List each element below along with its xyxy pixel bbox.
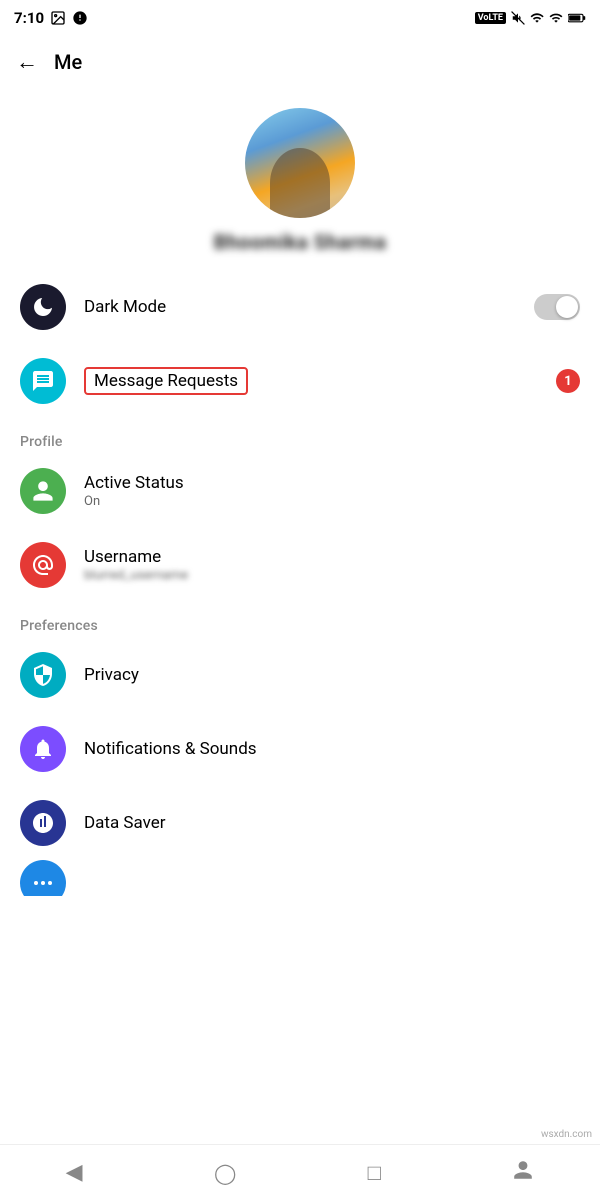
dark-mode-label: Dark Mode: [84, 297, 580, 317]
dark-mode-toggle[interactable]: [534, 294, 580, 320]
status-bar-right: VoLTE: [475, 11, 586, 25]
dark-mode-item[interactable]: Dark Mode: [0, 270, 600, 344]
avatar[interactable]: [245, 108, 355, 218]
wifi-icon: [530, 11, 544, 25]
settings-list: Dark Mode Message Requests 1 Profile Act…: [0, 270, 600, 896]
avatar-section: Bhoomika Sharma: [0, 88, 600, 270]
data-saver-label: Data Saver: [84, 813, 580, 833]
notifications-label: Notifications & Sounds: [84, 739, 580, 759]
privacy-label: Privacy: [84, 665, 580, 685]
page-title: Me: [54, 50, 82, 74]
username-value: blurred_username: [84, 568, 580, 583]
person-nav-icon[interactable]: [512, 1159, 534, 1187]
chat-icon: [20, 358, 66, 404]
message-requests-label-box: Message Requests: [84, 367, 248, 395]
active-status-item[interactable]: Active Status On: [0, 454, 600, 528]
signal-icon: [549, 11, 563, 25]
status-bar: 7:10 VoLTE: [0, 0, 600, 36]
back-nav-icon[interactable]: ◀: [66, 1160, 83, 1185]
home-nav-icon[interactable]: ◯: [214, 1161, 236, 1185]
at-icon: [20, 542, 66, 588]
time-display: 7:10: [14, 9, 44, 27]
more-icon: [20, 860, 66, 896]
gallery-icon: [50, 10, 66, 26]
notifications-item[interactable]: Notifications & Sounds: [0, 712, 600, 786]
user-name[interactable]: Bhoomika Sharma: [214, 230, 387, 254]
more-item[interactable]: [0, 860, 600, 896]
moon-icon: [20, 284, 66, 330]
message-requests-label: Message Requests: [94, 371, 238, 391]
message-requests-badge: 1: [556, 369, 580, 393]
status-bar-left: 7:10: [14, 9, 88, 27]
back-button[interactable]: ←: [16, 49, 38, 75]
username-item[interactable]: Username blurred_username: [0, 528, 600, 602]
active-status-value: On: [84, 494, 580, 509]
mute-icon: [511, 11, 525, 25]
toggle-switch[interactable]: [534, 294, 580, 320]
header: ← Me: [0, 36, 600, 88]
shield-icon: [20, 652, 66, 698]
messenger-icon: [72, 10, 88, 26]
person-icon: [20, 468, 66, 514]
bell-icon: [20, 726, 66, 772]
battery-icon: [568, 12, 586, 24]
volte-badge: VoLTE: [475, 12, 506, 24]
active-status-label: Active Status: [84, 473, 580, 493]
profile-section-header: Profile: [0, 418, 600, 454]
signal-bars-icon: [20, 800, 66, 846]
username-label: Username: [84, 547, 580, 567]
square-nav-icon[interactable]: □: [368, 1160, 381, 1186]
message-requests-item[interactable]: Message Requests 1: [0, 344, 600, 418]
data-saver-item[interactable]: Data Saver: [0, 786, 600, 860]
watermark: wsxdn.com: [541, 1129, 592, 1140]
privacy-item[interactable]: Privacy: [0, 638, 600, 712]
preferences-section-header: Preferences: [0, 602, 600, 638]
bottom-nav: ◀ ◯ □: [0, 1144, 600, 1200]
toggle-knob: [556, 296, 578, 318]
